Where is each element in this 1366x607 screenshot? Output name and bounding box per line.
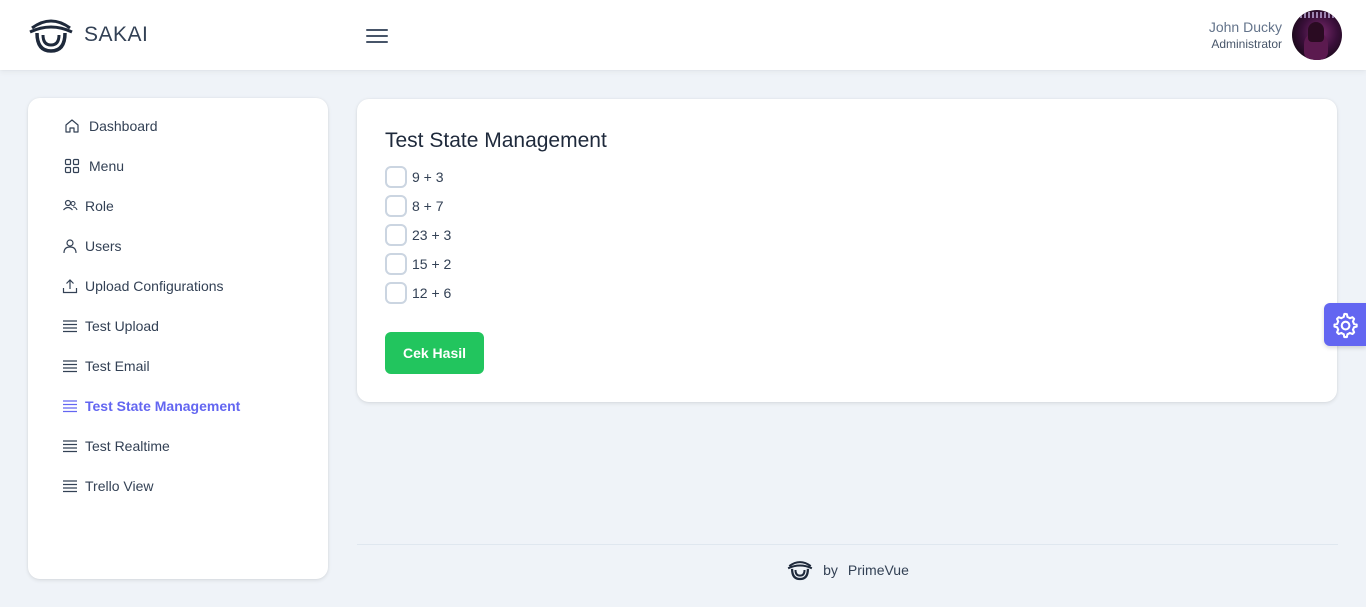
sidebar-item-trello-view[interactable]: Trello View <box>62 474 153 498</box>
page-title: Test State Management <box>385 129 607 152</box>
sidebar-item-test-upload[interactable]: Test Upload <box>62 314 159 338</box>
footer: by PrimeVue <box>0 556 1366 584</box>
home-icon <box>65 119 79 133</box>
checkbox-option[interactable]: 23 + 3 <box>385 224 451 246</box>
sidebar-item-label: Test State Management <box>85 398 241 414</box>
footer-by-text: by <box>823 562 838 578</box>
main-card: Test State Management 9 + 3 8 + 7 23 + 3… <box>357 99 1337 402</box>
topbar: SAKAI John Ducky Administrator <box>0 0 1366 70</box>
list-icon <box>63 320 77 333</box>
app-name: SAKAI <box>84 23 149 46</box>
user-icon <box>63 239 77 254</box>
checkbox-option[interactable]: 12 + 6 <box>385 282 451 304</box>
user-info: John Ducky Administrator <box>1209 18 1282 52</box>
checkbox-option[interactable]: 8 + 7 <box>385 195 444 217</box>
sidebar-item-label: Dashboard <box>89 118 158 134</box>
sidebar: Dashboard Menu Role Users Upload Configu… <box>28 98 328 579</box>
sidebar-item-label: Test Upload <box>85 318 159 334</box>
checkbox-label: 9 + 3 <box>412 169 444 185</box>
list-icon <box>63 360 77 373</box>
sidebar-item-label: Menu <box>89 158 125 174</box>
sidebar-item-role[interactable]: Role <box>62 194 114 218</box>
checkbox[interactable] <box>385 224 407 246</box>
checkbox[interactable] <box>385 282 407 304</box>
sidebar-item-label: Test Realtime <box>85 438 170 454</box>
sidebar-item-label: Users <box>85 238 122 254</box>
hamburger-icon <box>366 29 388 43</box>
checkbox[interactable] <box>385 195 407 217</box>
sidebar-item-label: Test Email <box>85 358 150 374</box>
cek-hasil-button[interactable]: Cek Hasil <box>385 332 484 374</box>
cog-icon <box>1333 312 1358 338</box>
checkbox[interactable] <box>385 253 407 275</box>
sakai-logo-icon <box>787 561 813 581</box>
checkbox[interactable] <box>385 166 407 188</box>
footer-brand: PrimeVue <box>847 562 909 578</box>
menu-toggle-button[interactable] <box>357 16 397 56</box>
checkbox-label: 8 + 7 <box>412 198 444 214</box>
list-icon <box>63 400 77 413</box>
list-icon <box>63 480 77 493</box>
user-role: Administrator <box>1211 37 1282 51</box>
sidebar-item-test-state-management[interactable]: Test State Management <box>62 394 240 418</box>
upload-icon <box>62 279 78 294</box>
users-icon <box>63 199 78 211</box>
sidebar-item-label: Upload Configurations <box>85 278 224 294</box>
sidebar-item-upload-configurations[interactable]: Upload Configurations <box>62 274 224 298</box>
th-large-icon <box>64 158 80 174</box>
app-logo[interactable]: SAKAI <box>28 16 148 54</box>
checkbox-label: 15 + 2 <box>412 256 452 272</box>
checkbox-option[interactable]: 15 + 2 <box>385 253 451 275</box>
footer-divider <box>357 544 1338 545</box>
sidebar-item-label: Role <box>85 198 114 214</box>
checkbox-option[interactable]: 9 + 3 <box>385 166 444 188</box>
list-icon <box>63 440 77 453</box>
sidebar-item-test-email[interactable]: Test Email <box>62 354 150 378</box>
sidebar-item-users[interactable]: Users <box>62 234 122 258</box>
sidebar-item-label: Trello View <box>85 478 154 494</box>
avatar[interactable] <box>1292 10 1342 60</box>
sidebar-item-menu[interactable]: Menu <box>62 154 124 178</box>
sidebar-item-test-realtime[interactable]: Test Realtime <box>62 434 170 458</box>
user-name: John Ducky <box>1208 19 1282 35</box>
sakai-logo-icon <box>29 19 73 53</box>
sidebar-item-dashboard[interactable]: Dashboard <box>62 114 158 138</box>
checkbox-label: 12 + 6 <box>412 285 452 301</box>
user-profile[interactable]: John Ducky Administrator <box>1209 10 1342 60</box>
layout-config-button[interactable] <box>1324 303 1366 346</box>
checkbox-label: 23 + 3 <box>412 227 452 243</box>
